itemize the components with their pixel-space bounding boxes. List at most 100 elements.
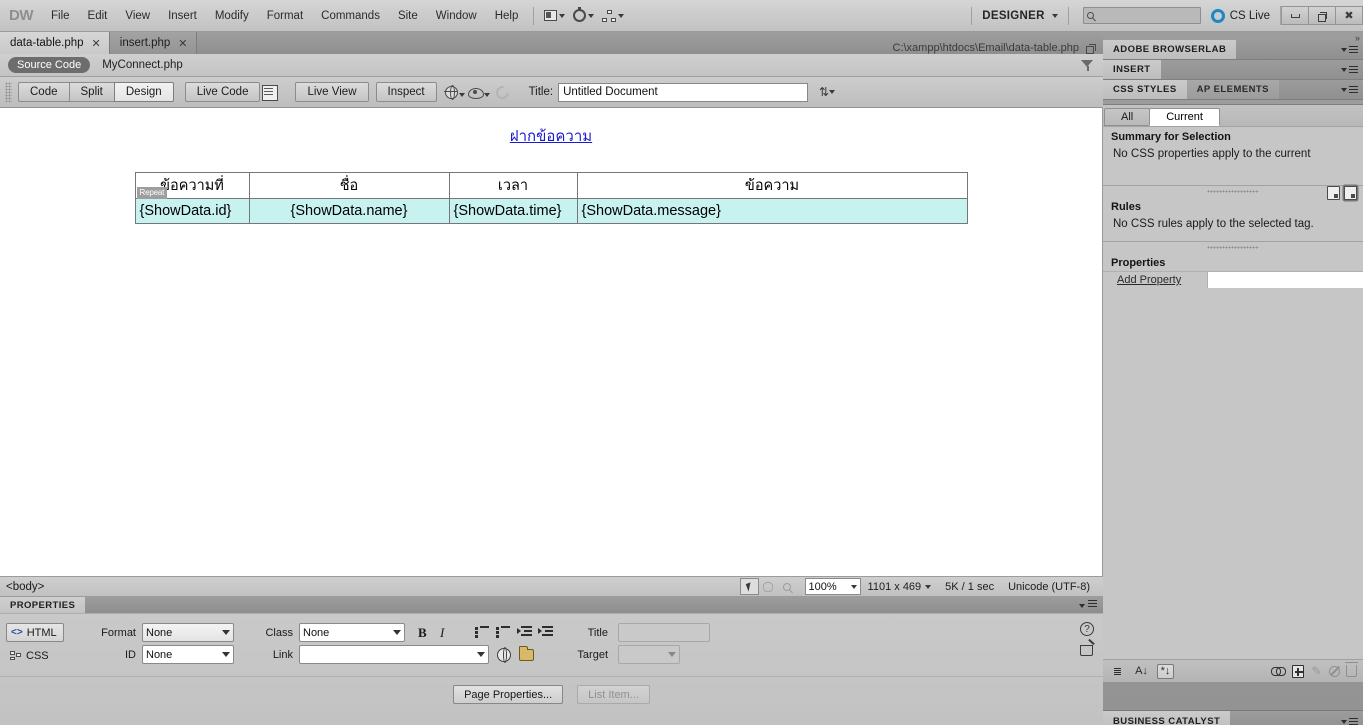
zoom-tool-button[interactable]	[778, 578, 797, 595]
rules-divider[interactable]	[1103, 185, 1363, 200]
filter-funnel-icon[interactable]	[1081, 59, 1094, 72]
business-catalyst-panel-menu[interactable]	[1341, 711, 1363, 725]
data-table[interactable]: ข้อความที่ ชื่อ เวลา ข้อความ {ShowData.i…	[134, 172, 968, 224]
unordered-list-button[interactable]	[475, 626, 490, 639]
layout-switcher-button[interactable]	[540, 8, 569, 23]
menu-site[interactable]: Site	[389, 7, 427, 25]
css-all-button[interactable]: All	[1104, 107, 1151, 126]
hand-tool-button[interactable]	[759, 578, 778, 595]
browser-preview-button[interactable]	[443, 81, 467, 103]
page-link-fakkhokwam[interactable]: ฝากข้อความ	[0, 124, 1102, 148]
properties-tab[interactable]: PROPERTIES	[0, 597, 86, 613]
repeat-region-badge[interactable]: Repeat	[136, 187, 168, 199]
search-input[interactable]	[1082, 7, 1201, 24]
id-select[interactable]: None	[142, 645, 234, 664]
close-button[interactable]: ✖	[1335, 6, 1363, 25]
document-tab-data-table[interactable]: data-table.php ✕	[0, 32, 110, 54]
design-view-canvas[interactable]: ฝากข้อความ ข้อความที่ ชื่อ เวลา ข้อความ …	[0, 108, 1103, 576]
select-tool-button[interactable]	[739, 578, 759, 595]
add-property-row[interactable]: Add Property	[1103, 271, 1363, 288]
code-view-button[interactable]: Code	[18, 82, 70, 102]
class-select[interactable]: None	[299, 623, 405, 642]
menu-edit[interactable]: Edit	[79, 7, 117, 25]
cell-time[interactable]: {ShowData.time}	[448, 198, 578, 224]
quick-edit-icon[interactable]	[1080, 642, 1095, 656]
file-management-button[interactable]: ⇅	[816, 83, 838, 101]
menu-modify[interactable]: Modify	[206, 7, 258, 25]
inspect-button[interactable]: Inspect	[375, 82, 437, 102]
collapse-dock-icon[interactable]: »	[1355, 33, 1360, 43]
code-navigator-button[interactable]	[260, 81, 284, 103]
insert-tab[interactable]: INSERT	[1103, 60, 1161, 79]
toolbar-grip[interactable]	[5, 82, 12, 102]
bold-button[interactable]: B	[418, 625, 427, 641]
indent-button[interactable]	[538, 626, 553, 639]
add-property-link[interactable]: Add Property	[1103, 272, 1208, 288]
ordered-list-button[interactable]	[496, 626, 511, 639]
category-view-icon[interactable]: ≣	[1109, 664, 1126, 679]
title-input[interactable]	[618, 623, 710, 642]
tab-css-styles[interactable]: CSS STYLES	[1103, 80, 1187, 99]
target-select[interactable]	[618, 645, 680, 664]
insert-panel-menu[interactable]	[1341, 60, 1363, 79]
minimize-button[interactable]	[1281, 6, 1309, 25]
new-rule-icon[interactable]	[1292, 664, 1304, 678]
tag-selector-body[interactable]: <body>	[0, 581, 44, 593]
tab-ap-elements[interactable]: AP ELEMENTS	[1186, 80, 1279, 99]
site-manager-button[interactable]	[598, 8, 628, 24]
site-settings-button[interactable]	[569, 7, 598, 24]
close-icon[interactable]: ✕	[178, 37, 187, 50]
css-mode-button[interactable]: CSS	[6, 646, 64, 665]
attach-stylesheet-icon[interactable]	[1271, 667, 1286, 676]
title-input[interactable]	[558, 82, 809, 102]
panel-menu-icon	[1349, 85, 1358, 94]
source-code-button[interactable]: Source Code	[8, 57, 91, 73]
document-tab-insert[interactable]: insert.php ✕	[109, 32, 197, 54]
outdent-button[interactable]	[517, 626, 532, 639]
menu-format[interactable]: Format	[258, 7, 312, 25]
format-select[interactable]: None	[142, 623, 234, 642]
restore-down-icon[interactable]	[1086, 44, 1096, 54]
properties-panel-menu[interactable]	[1078, 599, 1103, 611]
menu-file[interactable]: File	[42, 7, 79, 25]
related-file-myconnect[interactable]: MyConnect.php	[102, 59, 183, 71]
close-icon[interactable]: ✕	[92, 37, 101, 50]
menu-insert[interactable]: Insert	[159, 7, 206, 25]
restore-button[interactable]	[1308, 6, 1336, 25]
cell-message[interactable]: {ShowData.message}	[576, 198, 968, 224]
menu-help[interactable]: Help	[486, 7, 528, 25]
business-catalyst-tab[interactable]: BUSINESS CATALYST	[1103, 711, 1231, 725]
add-property-value[interactable]	[1208, 272, 1363, 288]
italic-button[interactable]: I	[440, 625, 444, 641]
menu-window[interactable]: Window	[427, 7, 486, 25]
list-view-icon[interactable]: A↓	[1133, 664, 1150, 679]
point-to-file-icon[interactable]	[497, 647, 511, 664]
properties-divider[interactable]	[1103, 241, 1363, 253]
live-code-button[interactable]: Live Code	[184, 82, 261, 102]
about-rule-view-icon[interactable]	[1344, 186, 1357, 200]
property-view-icon[interactable]: *↓	[1157, 663, 1174, 679]
cell-name[interactable]: {ShowData.name}	[248, 198, 450, 224]
split-view-button[interactable]: Split	[68, 82, 115, 102]
cascade-view-icon[interactable]	[1327, 186, 1340, 200]
page-properties-button[interactable]: Page Properties...	[453, 685, 564, 704]
menu-commands[interactable]: Commands	[312, 7, 389, 25]
cs-live-button[interactable]: CS Live	[1210, 8, 1280, 23]
help-icon[interactable]: ?	[1080, 622, 1094, 636]
browserlab-tab[interactable]: ADOBE BROWSERLAB	[1103, 40, 1237, 59]
menu-view[interactable]: View	[116, 7, 159, 25]
file-management-icon: ⇅	[819, 85, 830, 99]
html-mode-button[interactable]: <> HTML	[6, 623, 64, 642]
browse-folder-icon[interactable]	[519, 646, 534, 661]
css-current-button[interactable]: Current	[1149, 107, 1220, 126]
css-panel-menu[interactable]	[1341, 80, 1363, 99]
window-size-select[interactable]: 1101 x 469	[861, 581, 939, 593]
workspace-switcher[interactable]: DESIGNER	[978, 8, 1061, 24]
visual-aids-button[interactable]	[467, 81, 491, 103]
cell-id[interactable]: {ShowData.id}	[134, 198, 250, 224]
design-view-button[interactable]: Design	[113, 82, 174, 102]
link-input[interactable]	[299, 645, 489, 664]
live-view-button[interactable]: Live View	[295, 82, 369, 102]
zoom-level-select[interactable]: 100%	[804, 578, 861, 595]
refresh-button[interactable]	[491, 81, 515, 103]
